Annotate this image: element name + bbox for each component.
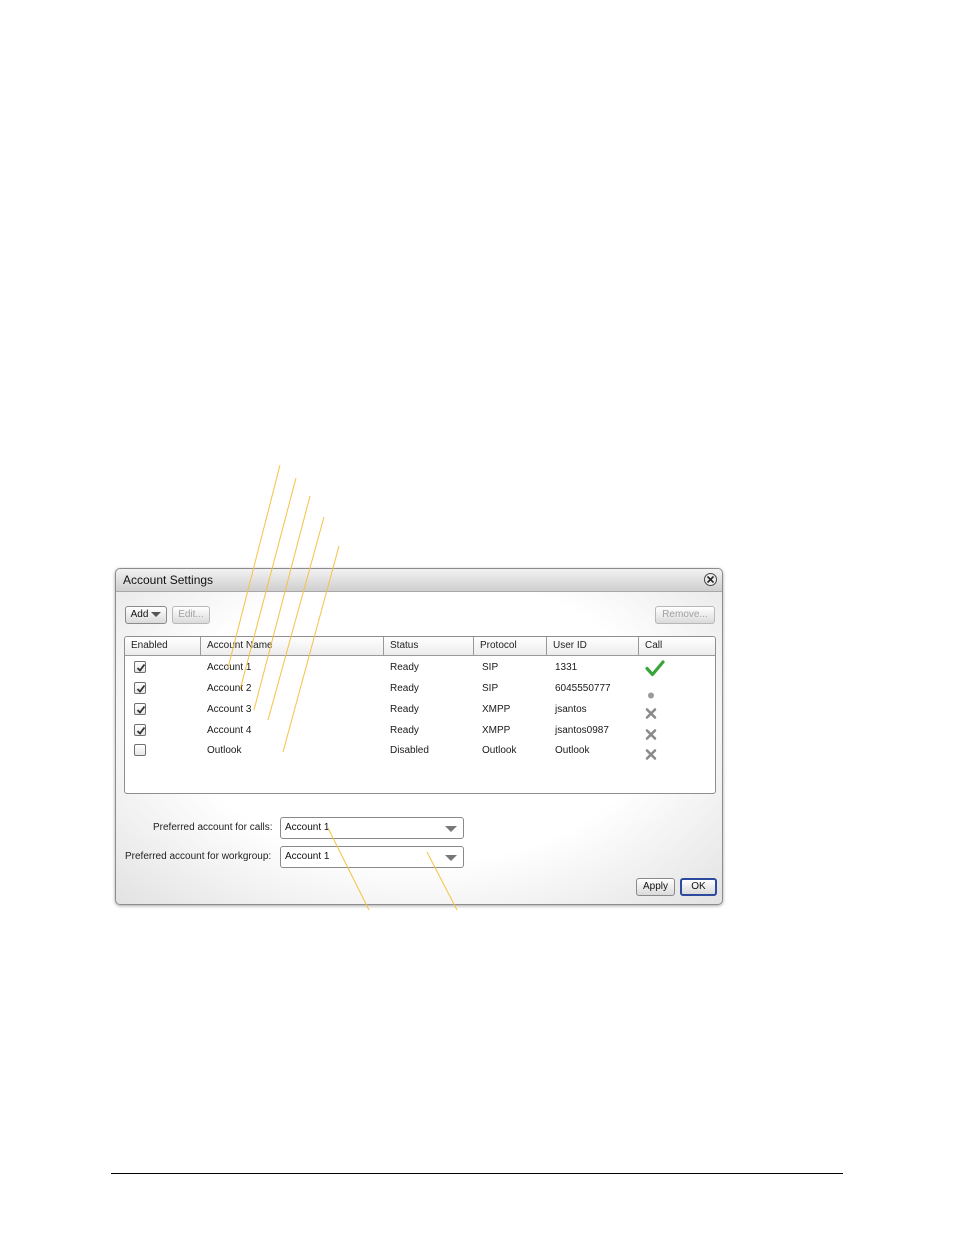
column-header-user-id[interactable]: User ID <box>547 637 639 655</box>
checkmark-icon <box>136 726 146 735</box>
column-header-status[interactable]: Status <box>384 637 474 655</box>
account-name: Account 2 <box>207 683 252 694</box>
preferred-calls-label: Preferred account for calls: <box>153 822 273 833</box>
add-button[interactable]: Add <box>125 606 167 624</box>
account-user-id: Outlook <box>555 745 590 756</box>
account-user-id: 1331 <box>555 662 578 673</box>
column-header-enabled[interactable]: Enabled <box>125 637 201 655</box>
enabled-checkbox[interactable] <box>134 724 146 736</box>
account-status: Ready <box>390 662 419 673</box>
account-name: Outlook <box>207 745 242 756</box>
table-row[interactable]: Account 4 Ready XMPP jsantos0987 <box>125 720 715 741</box>
title-bar: Account Settings <box>116 569 722 592</box>
account-settings-dialog: Account Settings Add Edit... Remove... E… <box>115 568 723 905</box>
checkmark-icon <box>136 705 146 714</box>
close-button[interactable] <box>704 573 717 586</box>
preferred-workgroup-label: Preferred account for workgroup: <box>125 851 272 862</box>
table-header: Enabled Account Name Status Protocol Use… <box>125 637 715 656</box>
account-status: Ready <box>390 683 419 694</box>
remove-button[interactable]: Remove... <box>655 606 715 624</box>
preferred-workgroup-value: Account 1 <box>285 851 330 862</box>
table-row[interactable]: Account 3 Ready XMPP jsantos <box>125 699 715 720</box>
dialog-title: Account Settings <box>123 573 214 587</box>
chevron-down-icon <box>151 611 162 617</box>
apply-button[interactable]: Apply <box>636 878 675 896</box>
account-protocol: SIP <box>482 662 499 673</box>
close-icon <box>707 576 714 583</box>
checkmark-icon <box>136 684 146 693</box>
account-name: Account 4 <box>207 725 252 736</box>
account-status: Ready <box>390 725 419 736</box>
cross-icon <box>645 749 657 760</box>
accounts-table: Enabled Account Name Status Protocol Use… <box>124 636 716 794</box>
account-user-id: jsantos <box>555 704 587 715</box>
check-icon <box>645 660 665 677</box>
account-protocol: Outlook <box>482 745 517 756</box>
chevron-down-icon <box>445 855 457 861</box>
column-header-account-name[interactable]: Account Name <box>201 637 384 655</box>
ok-button[interactable]: OK <box>680 878 717 896</box>
enabled-checkbox[interactable] <box>134 703 146 715</box>
table-row[interactable]: Outlook Disabled Outlook Outlook <box>125 740 715 761</box>
table-row[interactable]: Account 1 Ready SIP 1331 <box>125 657 715 678</box>
enabled-checkbox[interactable] <box>134 744 146 756</box>
column-header-protocol[interactable]: Protocol <box>474 637 547 655</box>
account-status: Disabled <box>390 745 429 756</box>
page-footer-rule <box>111 1173 843 1174</box>
table-row[interactable]: Account 2 Ready SIP 6045550777 <box>125 678 715 699</box>
preferred-calls-select[interactable]: Account 1 <box>280 817 464 839</box>
add-button-label: Add <box>130 609 149 620</box>
edit-button[interactable]: Edit... <box>172 606 210 624</box>
column-header-call[interactable]: Call <box>639 637 715 655</box>
account-status: Ready <box>390 704 419 715</box>
account-user-id: jsantos0987 <box>555 725 609 736</box>
preferred-calls-value: Account 1 <box>285 822 330 833</box>
account-protocol: XMPP <box>482 725 511 736</box>
account-name: Account 3 <box>207 704 252 715</box>
enabled-checkbox[interactable] <box>134 682 146 694</box>
chevron-down-icon <box>445 826 457 832</box>
enabled-checkbox[interactable] <box>134 661 146 673</box>
account-protocol: SIP <box>482 683 499 694</box>
checkmark-icon <box>136 663 146 672</box>
account-user-id: 6045550777 <box>555 683 611 694</box>
account-protocol: XMPP <box>482 704 511 715</box>
preferred-workgroup-select[interactable]: Account 1 <box>280 846 464 868</box>
account-name: Account 1 <box>207 662 252 673</box>
